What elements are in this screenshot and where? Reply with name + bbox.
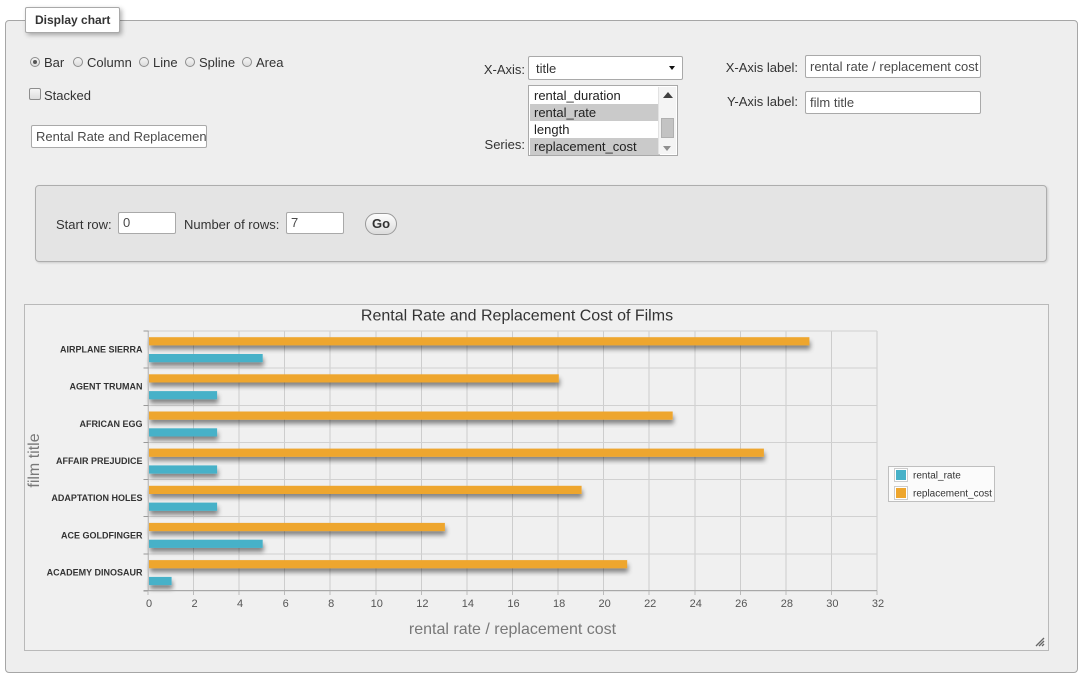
svg-text:12: 12 <box>416 598 428 610</box>
svg-text:film title: film title <box>26 433 43 487</box>
svg-text:replacement_cost: replacement_cost <box>913 489 992 500</box>
svg-text:26: 26 <box>735 598 747 610</box>
svg-text:30: 30 <box>826 598 838 610</box>
svg-text:2: 2 <box>192 598 198 610</box>
svg-text:AGENT TRUMAN: AGENT TRUMAN <box>70 382 143 392</box>
svg-text:16: 16 <box>507 598 519 610</box>
svg-text:rental_rate: rental_rate <box>913 471 961 482</box>
svg-text:14: 14 <box>462 598 474 610</box>
svg-text:6: 6 <box>283 598 289 610</box>
svg-text:32: 32 <box>872 598 884 610</box>
svg-text:10: 10 <box>371 598 383 610</box>
svg-text:20: 20 <box>598 598 610 610</box>
svg-text:AFRICAN EGG: AFRICAN EGG <box>80 419 143 429</box>
svg-text:ACE GOLDFINGER: ACE GOLDFINGER <box>61 530 143 540</box>
svg-text:8: 8 <box>328 598 334 610</box>
svg-text:ACADEMY DINOSAUR: ACADEMY DINOSAUR <box>47 567 143 577</box>
svg-text:AFFAIR PREJUDICE: AFFAIR PREJUDICE <box>56 456 143 466</box>
svg-text:4: 4 <box>237 598 243 610</box>
svg-text:0: 0 <box>146 598 152 610</box>
svg-text:18: 18 <box>553 598 565 610</box>
svg-text:22: 22 <box>644 598 656 610</box>
svg-text:24: 24 <box>690 598 702 610</box>
svg-text:Rental Rate and Replacement Co: Rental Rate and Replacement Cost of Film… <box>361 308 673 325</box>
svg-text:AIRPLANE SIERRA: AIRPLANE SIERRA <box>60 345 143 355</box>
svg-text:ADAPTATION HOLES: ADAPTATION HOLES <box>51 493 142 503</box>
svg-text:rental rate / replacement cost: rental rate / replacement cost <box>409 621 617 638</box>
svg-text:28: 28 <box>781 598 793 610</box>
